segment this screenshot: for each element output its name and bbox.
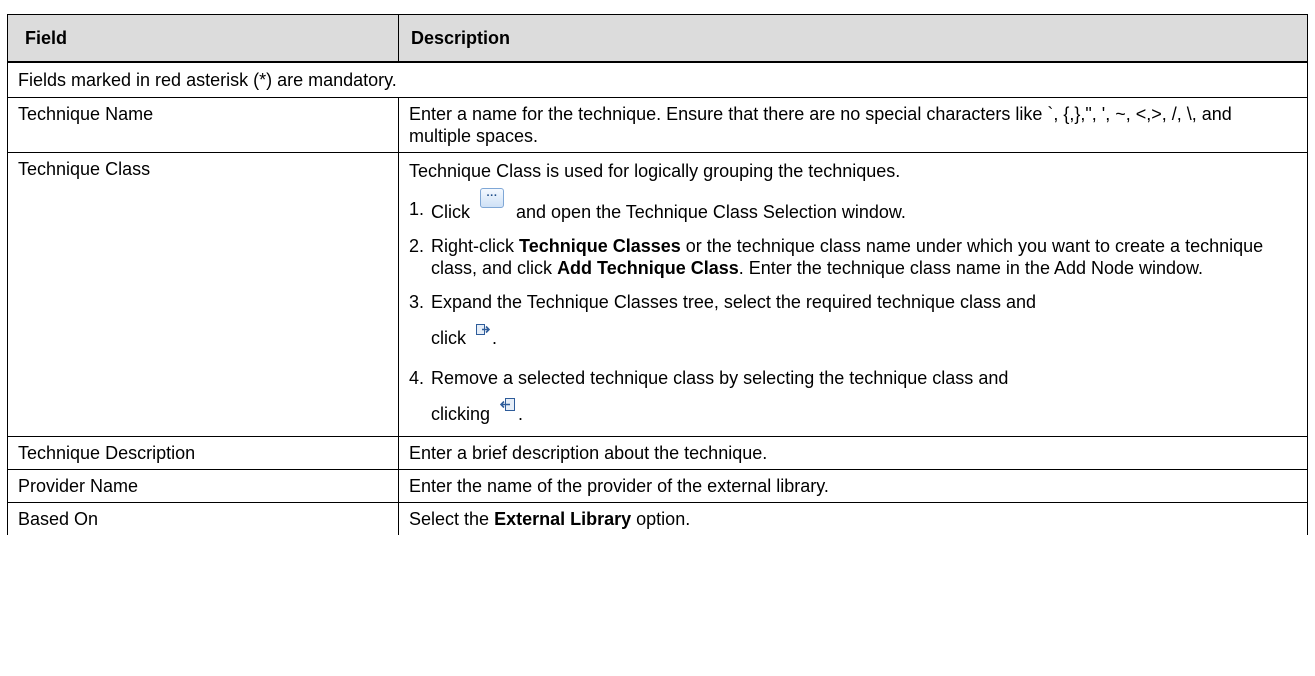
list-item: 1. Click ··· and open the Technique Class … [409, 188, 906, 222]
field-name: Based On [7, 502, 399, 535]
note-row: Fields marked in red asterisk (*) are ma… [7, 61, 1308, 98]
field-name: Technique Description [7, 436, 399, 470]
steps-list: 1. Click ··· and open the Technique Class … [409, 188, 1297, 431]
move-right-icon[interactable] [476, 323, 490, 336]
fields-table: Field Description Fields marked in red a… [7, 14, 1308, 535]
table-row: Based On Select the External Library opt… [7, 502, 1308, 535]
field-name: Technique Class [7, 152, 399, 437]
table-row: Technique Name Enter a name for the tech… [7, 97, 1308, 153]
field-description: Enter the name of the provider of the ex… [398, 469, 1308, 503]
field-description: Enter a name for the technique. Ensure t… [398, 97, 1308, 153]
list-item: 4. Remove a selected technique class by … [409, 368, 1009, 424]
mandatory-note: Fields marked in red asterisk (*) are ma… [7, 61, 1308, 98]
field-name: Technique Name [7, 97, 399, 153]
table-row: Provider Name Enter the name of the prov… [7, 469, 1308, 503]
description-column-header: Description [398, 14, 1308, 63]
field-description: Technique Class is used for logically gr… [398, 152, 1308, 437]
field-column-header: Field [7, 14, 399, 63]
header-row: Field Description [7, 14, 1308, 63]
field-description: Enter a brief description about the tech… [398, 436, 1308, 470]
technique-class-intro: Technique Class is used for logically gr… [409, 161, 901, 181]
list-item: 2. Right-click Technique Classes or the … [409, 236, 1264, 278]
list-item: 3. Expand the Technique Classes tree, se… [409, 292, 1037, 348]
field-description: Select the External Library option. [398, 502, 1308, 535]
field-name: Provider Name [7, 469, 399, 503]
move-left-icon[interactable] [500, 397, 516, 412]
table-row: Technique Class Technique Class is used … [7, 152, 1308, 437]
table-row: Technique Description Enter a brief desc… [7, 436, 1308, 470]
ellipsis-button-icon[interactable]: ··· [480, 188, 504, 208]
